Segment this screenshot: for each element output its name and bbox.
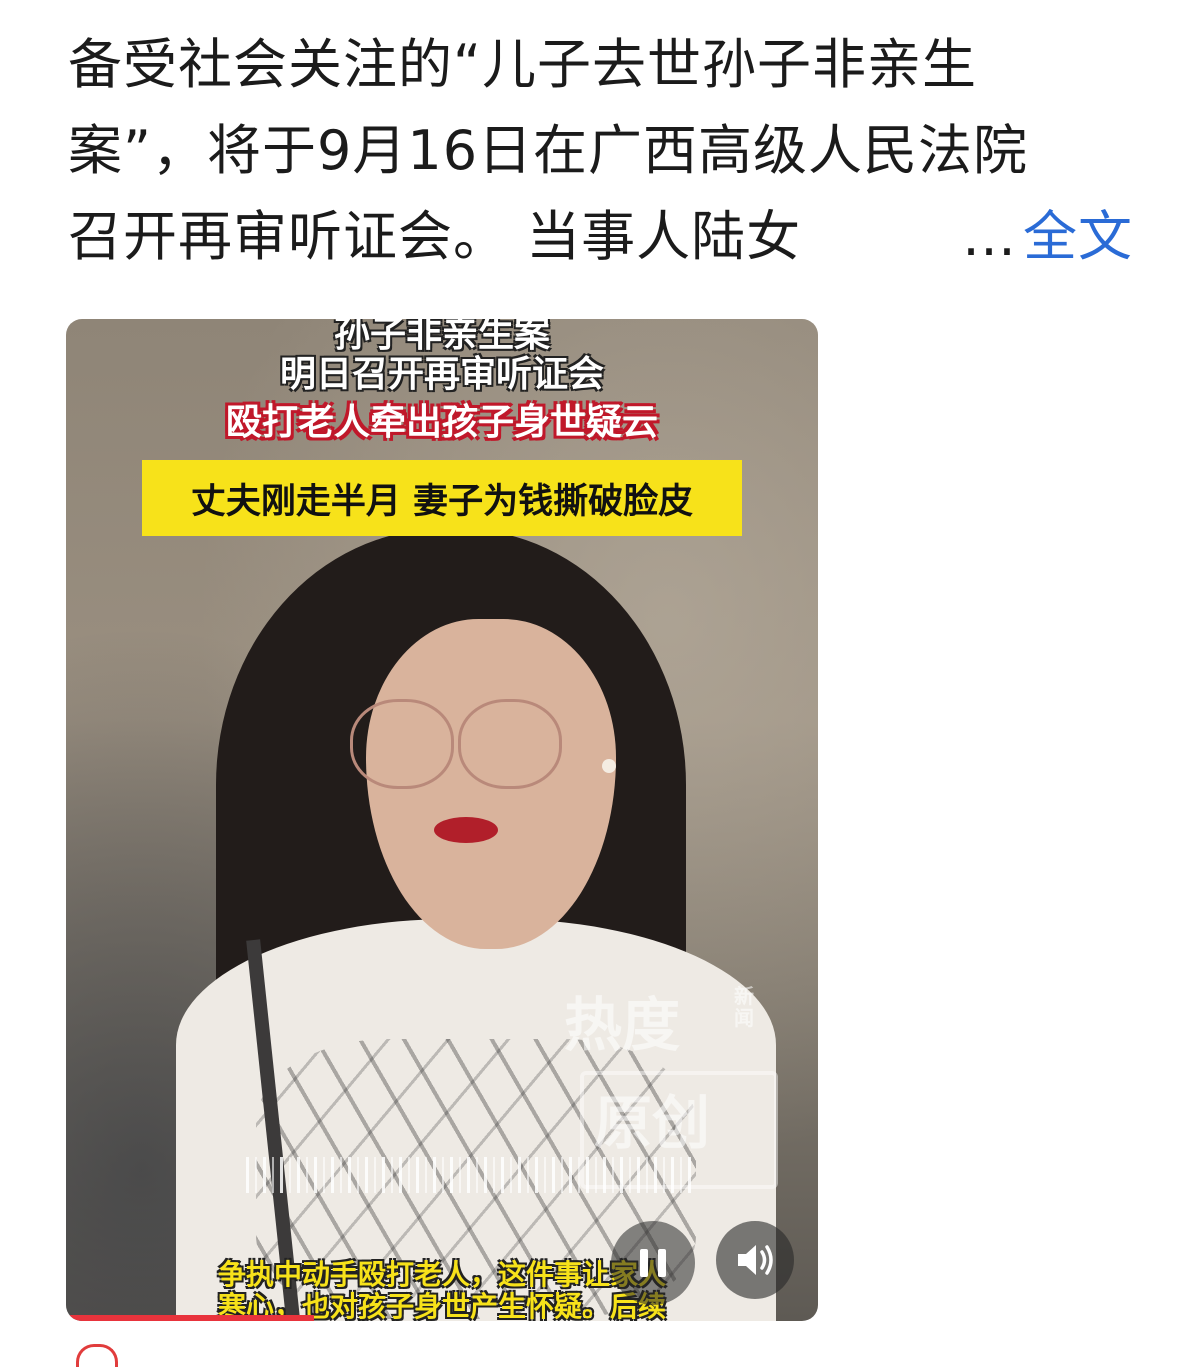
pause-icon-bar: [658, 1249, 666, 1277]
watermark-line-2: 原创: [594, 1089, 711, 1157]
video-caption-title-2: 明日召开再审听证会: [279, 354, 604, 395]
video-earring: [602, 759, 616, 773]
speaker-icon: [738, 1245, 773, 1275]
video-person-lips: [434, 817, 498, 843]
video-player[interactable]: 孙子非亲生案 明日召开再审听证会 殴打老人牵出孩子身世疑云 丈夫刚走半月 妻子为…: [66, 319, 818, 1321]
post-text-line-3: 召开再审听证会。 当事人陆女 … 全文: [68, 194, 1133, 280]
expand-label: 全文: [1023, 205, 1133, 268]
post-text: 备受社会关注的“儿子去世孙子非亲生 案”，将于9月16日在广西高级人民法院 召开…: [68, 22, 1133, 280]
expand-full-text-link[interactable]: … 全文: [962, 194, 1133, 280]
avatar[interactable]: [76, 1344, 118, 1367]
ellipsis: …: [962, 205, 1017, 268]
watermark-small-text: 新闻: [734, 984, 754, 1030]
post-text-line-2: 案”，将于9月16日在广西高级人民法院: [68, 119, 1029, 182]
video-glasses-left: [350, 699, 454, 789]
video-subtitle-line-1: 争执中动手殴打老人，这件事让家人: [217, 1258, 666, 1291]
video-yellow-banner: 丈夫刚走半月 妻子为钱撕破脸皮: [142, 460, 742, 536]
video-caption-title-3: 殴打老人牵出孩子身世疑云: [225, 402, 658, 443]
video-glasses-right: [458, 699, 562, 789]
video-progress-bar[interactable]: [66, 1315, 315, 1321]
video-audio-waveform: [246, 1157, 696, 1193]
video-watermark: 热度 新闻 原创: [564, 979, 784, 1189]
post-text-line-3-content: 召开再审听证会。 当事人陆女: [68, 205, 802, 268]
pause-icon: [640, 1249, 648, 1277]
video-caption-title-1: 孙子非亲生案: [333, 319, 550, 355]
pause-button[interactable]: [611, 1221, 695, 1305]
post-text-line-1: 备受社会关注的“儿子去世孙子非亲生: [68, 33, 977, 96]
volume-button[interactable]: [716, 1221, 794, 1299]
